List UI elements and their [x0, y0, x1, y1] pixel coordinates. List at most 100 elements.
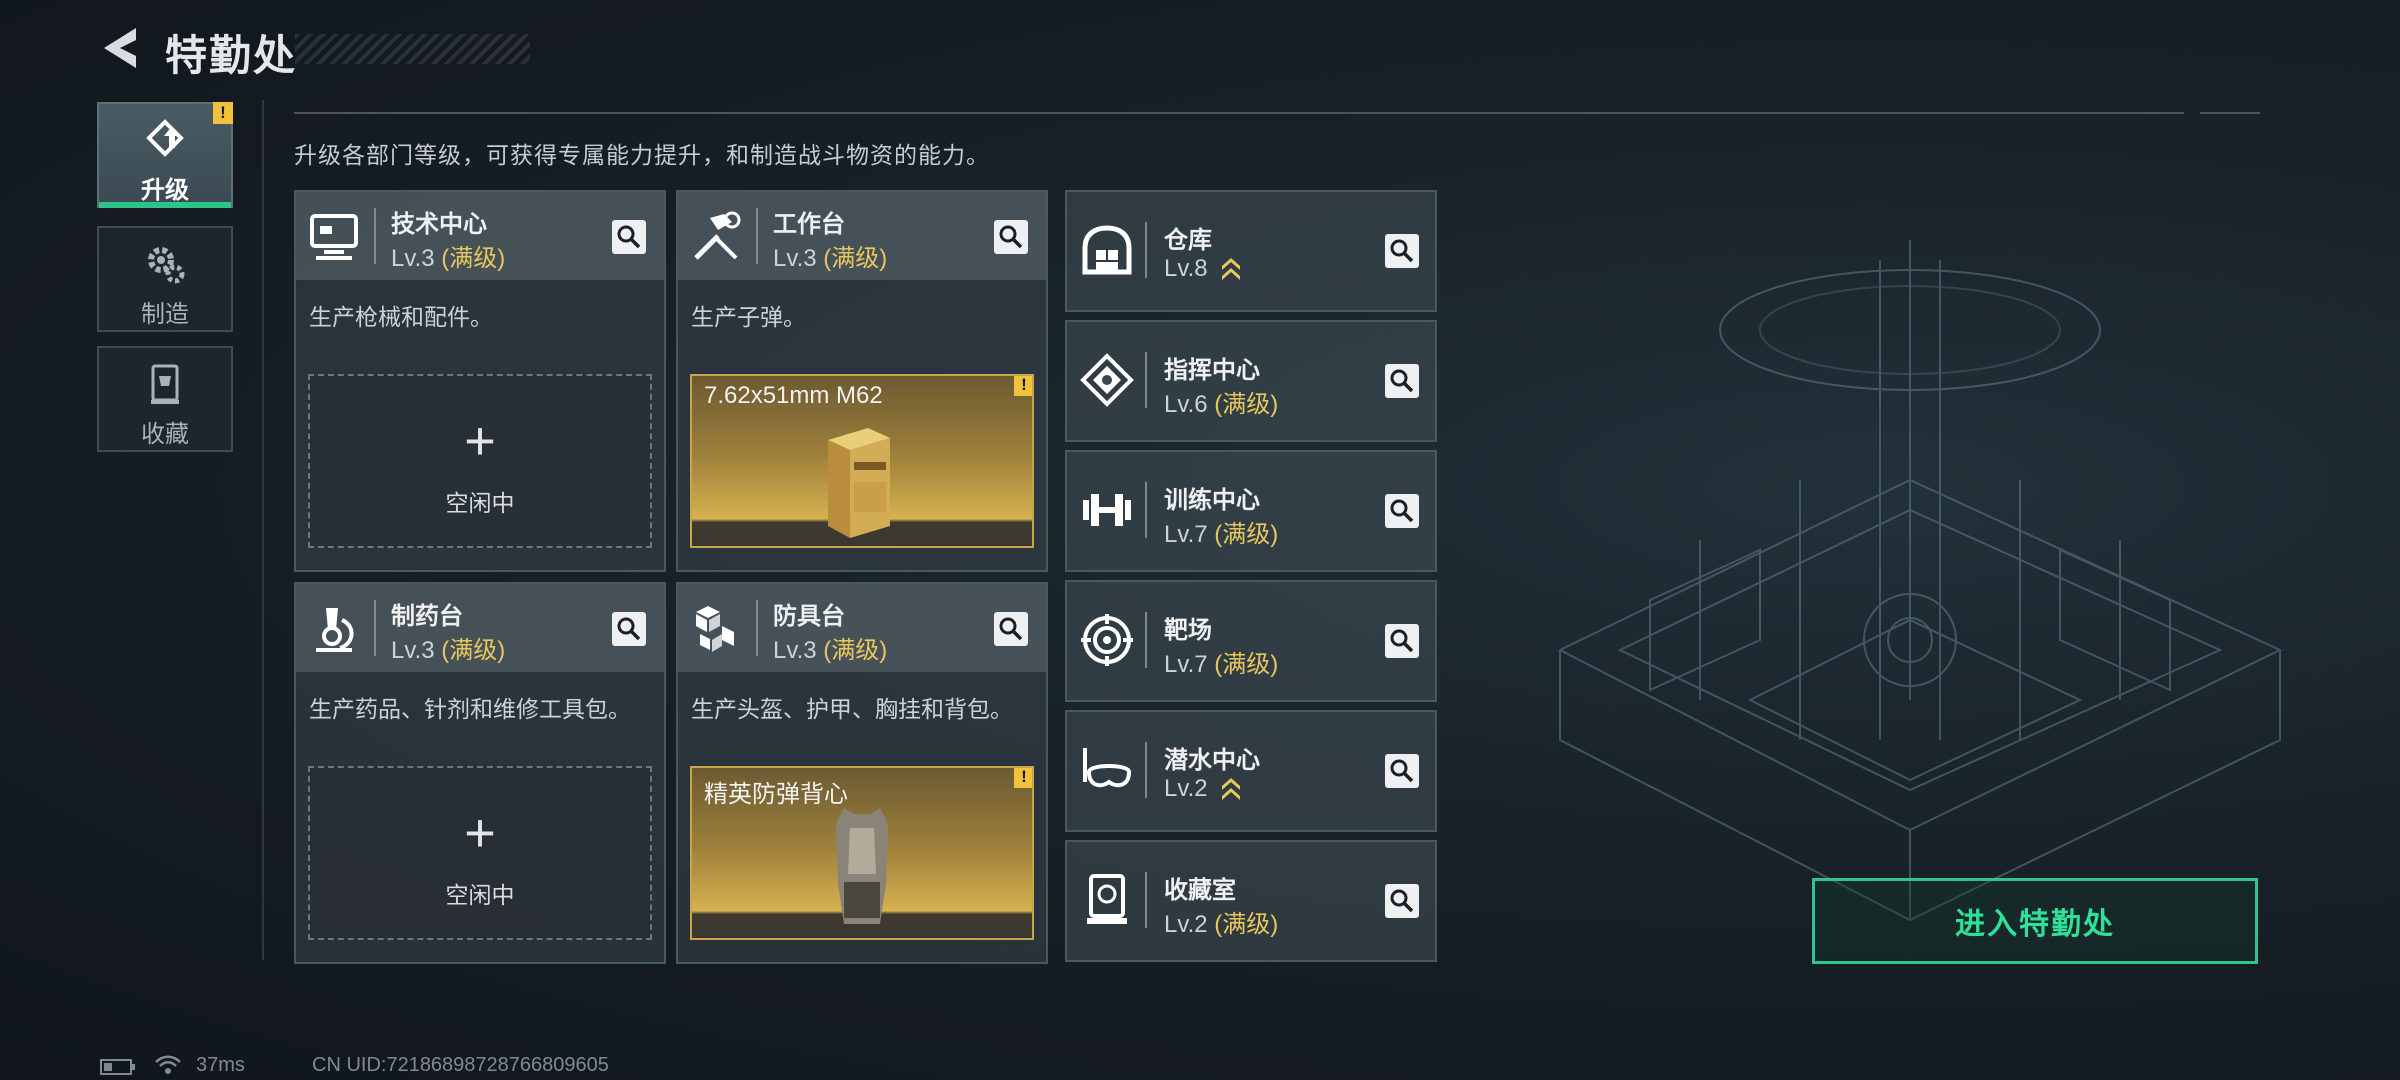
nav-tab-upgrade[interactable]: 升级 !	[97, 102, 233, 208]
production-item-slot[interactable]: 7.62x51mm M62 !	[690, 374, 1034, 548]
page-title: 特勤处	[165, 32, 298, 79]
level-value: Lv.3	[391, 245, 435, 272]
level-value: Lv.3	[773, 245, 817, 272]
active-tab-indicator	[99, 202, 231, 208]
header-separator	[756, 600, 758, 656]
facility-row-training-center[interactable]: 训练中心 Lv.7 (满级)	[1065, 450, 1437, 572]
facility-level: Lv.8	[1164, 254, 1242, 283]
production-item-slot[interactable]: 精英防弹背心 !	[690, 766, 1034, 940]
search-icon[interactable]	[994, 220, 1028, 254]
plus-icon: +	[464, 803, 496, 863]
card-header: 制药台 Lv.3 (满级)	[296, 584, 664, 672]
facility-row-diving-center[interactable]: 潜水中心 Lv.2	[1065, 710, 1437, 832]
search-icon[interactable]	[612, 612, 646, 646]
idle-production-slot[interactable]: + 空闲中	[308, 766, 652, 940]
back-arrow-icon[interactable]	[96, 22, 148, 74]
level-value: Lv.2	[1164, 911, 1208, 938]
header-separator	[756, 208, 758, 264]
facility-row-command-center[interactable]: 指挥中心 Lv.6 (满级)	[1065, 320, 1437, 442]
facility-level: Lv.6 (满级)	[1164, 384, 1278, 419]
facility-row-collection-room[interactable]: 收藏室 Lv.2 (满级)	[1065, 840, 1437, 962]
max-level-tag: (满级)	[441, 637, 506, 664]
divider	[262, 100, 264, 960]
computer-icon	[310, 214, 358, 260]
level-value: Lv.3	[773, 637, 817, 664]
section-description: 升级各部门等级，可获得专属能力提升，和制造战斗物资的能力。	[294, 142, 990, 168]
header-separator	[374, 600, 376, 656]
facility-level: Lv.2 (满级)	[1164, 904, 1278, 939]
max-level-tag: (满级)	[1214, 391, 1279, 418]
network-latency: 37ms	[196, 1054, 245, 1076]
search-icon[interactable]	[1385, 494, 1419, 528]
facility-name: 靶场	[1164, 617, 1212, 644]
facility-name: 制药台	[391, 603, 463, 630]
facility-description: 生产子弹。	[691, 304, 806, 330]
row-separator	[1145, 742, 1147, 798]
armor-vest-image	[836, 808, 888, 924]
facility-row-warehouse[interactable]: 仓库 Lv.8	[1065, 190, 1437, 312]
level-value: Lv.7	[1164, 651, 1208, 678]
search-icon[interactable]	[1385, 234, 1419, 268]
row-separator	[1145, 612, 1147, 668]
idle-status: 空闲中	[445, 490, 515, 516]
facility-card-pharmacy: 制药台 Lv.3 (满级) 生产药品、针剂和维修工具包。 + 空闲中	[294, 582, 666, 964]
facility-level: Lv.2	[1164, 774, 1242, 803]
base-wireframe-illustration	[1557, 240, 2283, 922]
card-header: 防具台 Lv.3 (满级)	[678, 584, 1046, 672]
warning-badge: !	[1014, 376, 1032, 396]
nav-tab-craft[interactable]: 制造	[97, 226, 233, 332]
nav-tab-collection[interactable]: 收藏	[97, 346, 233, 452]
facility-level: Lv.7 (满级)	[1164, 644, 1278, 679]
level-value: Lv.7	[1164, 521, 1208, 548]
max-level-tag: (满级)	[823, 245, 888, 272]
facility-row-shooting-range[interactable]: 靶场 Lv.7 (满级)	[1065, 580, 1437, 702]
facility-level: Lv.3 (满级)	[391, 238, 505, 273]
facility-level: Lv.3 (满级)	[773, 630, 887, 665]
enter-button-label: 进入特勤处	[1955, 908, 2115, 941]
header-decoration	[295, 34, 530, 64]
warehouse-icon	[1082, 225, 1132, 275]
row-separator	[1145, 872, 1147, 928]
max-level-tag: (满级)	[441, 245, 506, 272]
product-name: 7.62x51mm M62	[704, 382, 883, 409]
max-level-tag: (满级)	[1214, 651, 1279, 678]
search-icon[interactable]	[1385, 364, 1419, 398]
wifi-icon	[155, 1055, 181, 1074]
search-icon[interactable]	[612, 220, 646, 254]
facility-level: Lv.3 (满级)	[773, 238, 887, 273]
idle-production-slot[interactable]: + 空闲中	[308, 374, 652, 548]
enter-special-ops-button[interactable]: 进入特勤处	[1812, 878, 2258, 964]
facility-name: 防具台	[773, 603, 845, 630]
facility-name: 收藏室	[1164, 877, 1236, 904]
upgrade-icon	[146, 119, 184, 157]
facility-name: 训练中心	[1164, 487, 1260, 514]
idle-status: 空闲中	[445, 882, 515, 908]
header-separator	[374, 208, 376, 264]
divider	[294, 112, 2184, 114]
user-uid: CN UID:72186898728766809605	[312, 1054, 609, 1076]
dumbbell-icon	[1083, 494, 1131, 526]
search-icon[interactable]	[994, 612, 1028, 646]
battery-icon	[100, 1059, 135, 1075]
search-icon[interactable]	[1385, 884, 1419, 918]
warning-badge: !	[1014, 768, 1032, 788]
facility-card-tech-center: 技术中心 Lv.3 (满级) 生产枪械和配件。 + 空闲中	[294, 190, 666, 572]
level-value: Lv.8	[1164, 255, 1208, 282]
plus-icon: +	[464, 411, 496, 471]
trophy-case-icon	[151, 364, 179, 404]
search-icon[interactable]	[1385, 624, 1419, 658]
tools-icon	[694, 211, 741, 260]
command-icon	[1080, 353, 1134, 407]
card-header: 工作台 Lv.3 (满级)	[678, 192, 1046, 280]
facility-name: 仓库	[1164, 227, 1212, 254]
gears-icon	[148, 247, 185, 284]
facility-name: 指挥中心	[1164, 357, 1260, 384]
search-icon[interactable]	[1385, 754, 1419, 788]
nav-tab-label: 升级	[141, 177, 189, 204]
max-level-tag: (满级)	[1214, 521, 1279, 548]
product-name: 精英防弹背心	[704, 781, 848, 808]
microscope-icon	[316, 608, 354, 652]
max-level-tag: (满级)	[823, 637, 888, 664]
facility-description: 生产头盔、护甲、胸挂和背包。	[691, 696, 1013, 722]
level-value: Lv.2	[1164, 775, 1208, 802]
